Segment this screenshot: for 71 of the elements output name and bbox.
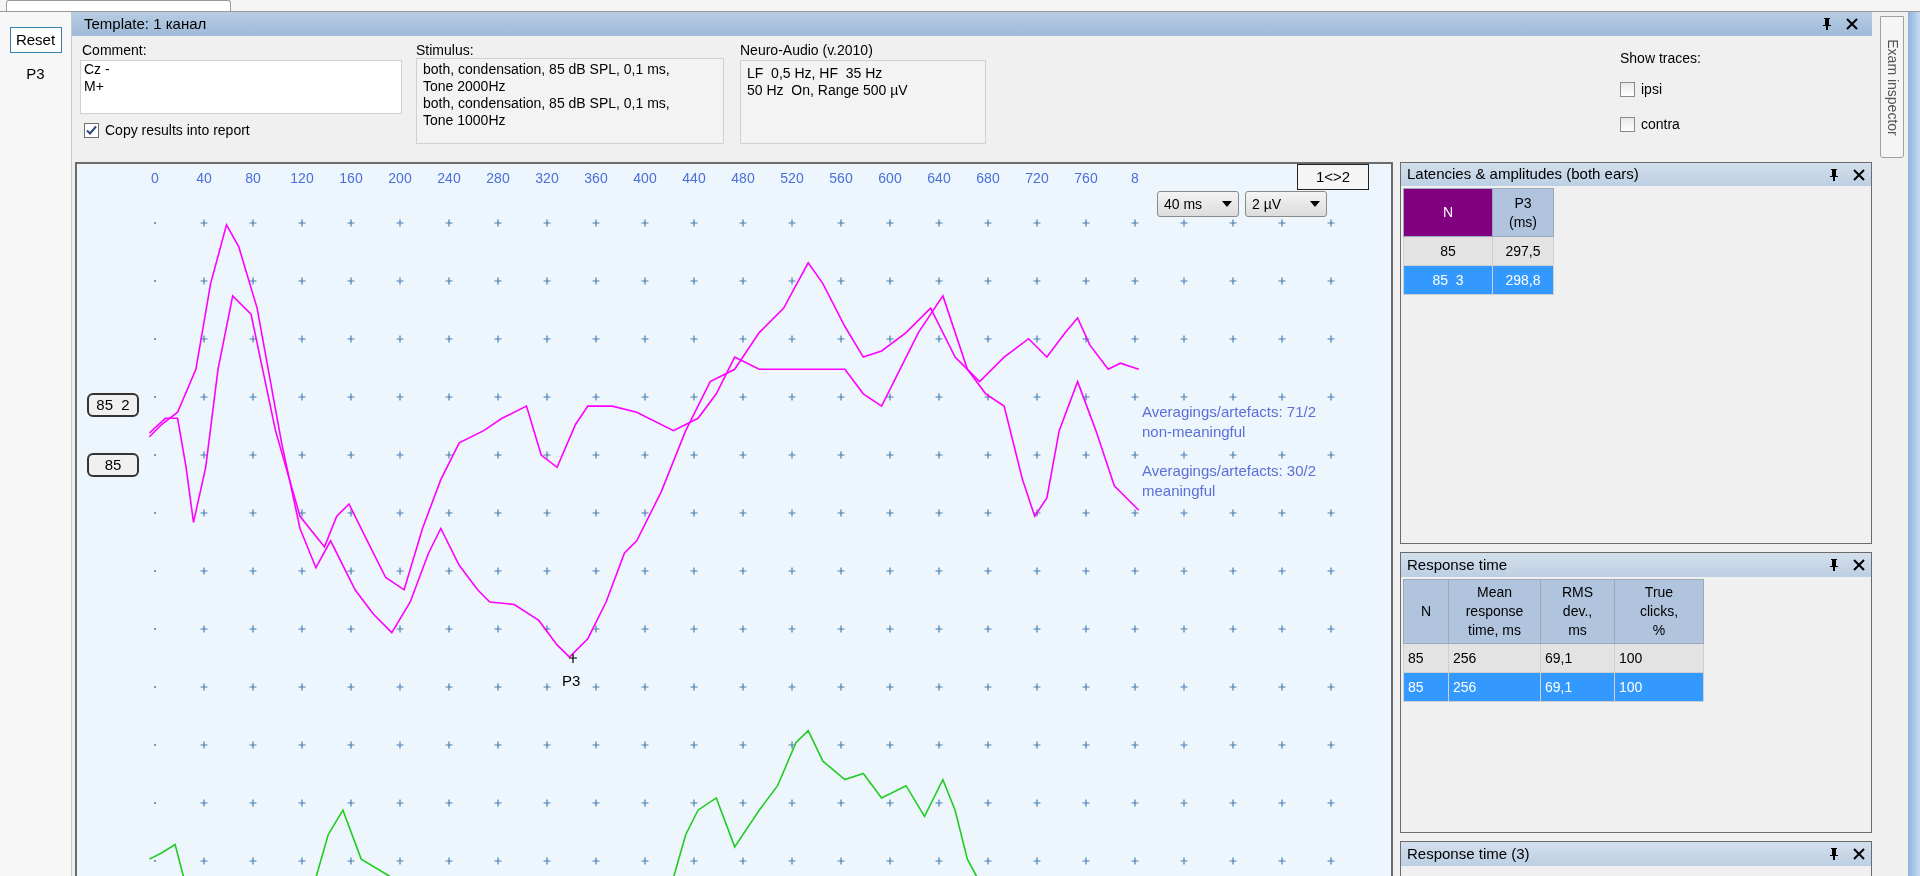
side-tab[interactable]: Exam inspector xyxy=(1880,16,1904,158)
comment-field[interactable]: Cz - M+ xyxy=(80,60,402,114)
close-icon[interactable] xyxy=(1853,559,1865,571)
column-header[interactable]: N xyxy=(1403,579,1449,644)
column-header[interactable]: N xyxy=(1403,188,1493,237)
axis-label: 320 xyxy=(535,169,559,188)
axis-label: 200 xyxy=(388,169,412,188)
pin-icon[interactable] xyxy=(1829,558,1839,572)
dropdown[interactable]: 40 ms xyxy=(1157,191,1239,217)
axis-label: 520 xyxy=(780,169,804,188)
column-header[interactable]: Mean response time, ms xyxy=(1448,579,1541,644)
checkbox-label: ipsi xyxy=(1641,80,1662,99)
checkbox[interactable] xyxy=(1620,82,1635,97)
annotation-text: Averagings/artefacts: 71/2 non-meaningful xyxy=(1142,402,1316,442)
document-tab[interactable] xyxy=(6,0,231,11)
caret-icon xyxy=(1310,201,1320,207)
column-header[interactable]: RMS dev., ms xyxy=(1540,579,1615,644)
stimulus-box: both, condensation, 85 dB SPL, 0,1 ms, Tone 2000Hz both, condensation, 85 dB SPL, 0,1 ms, Tone 1000Hz xyxy=(416,58,724,144)
device-box: LF 0,5 Hz, HF 35 Hz 50 Hz On, Range 500 µV xyxy=(740,60,986,144)
axis-label: 640 xyxy=(927,169,951,188)
axis-label: 760 xyxy=(1074,169,1098,188)
dropdown[interactable]: 2 µV xyxy=(1245,191,1327,217)
axis-label: 8 xyxy=(1131,169,1139,188)
pin-icon[interactable] xyxy=(1829,167,1839,182)
axis-label: 360 xyxy=(584,169,608,188)
scrollbar[interactable] xyxy=(1908,12,1920,876)
axis-label: 440 xyxy=(682,169,706,188)
annotation-text: Averagings/artefacts: 30/2 meaningful xyxy=(1142,461,1316,501)
table-row[interactable]: 85 297,5 xyxy=(1403,236,1554,266)
panel-title: Response time (3) xyxy=(1407,843,1530,864)
checkbox-label: contra xyxy=(1641,115,1680,134)
stimulus-label: Stimulus: xyxy=(416,41,475,58)
reset-button[interactable]: Reset xyxy=(9,27,62,53)
checkbox[interactable] xyxy=(1620,117,1635,132)
swap-button[interactable]: 1<>2 xyxy=(1297,164,1369,190)
axis-label: 280 xyxy=(486,169,510,188)
trace-label[interactable]: 85 2 xyxy=(87,393,139,417)
axis-label: 0 xyxy=(151,169,159,188)
axis-label: 680 xyxy=(976,169,1000,188)
list-item[interactable]: P3 xyxy=(26,61,45,88)
close-icon[interactable] xyxy=(1846,18,1858,30)
column-header[interactable]: True clicks, % xyxy=(1614,579,1704,644)
caret-icon xyxy=(1222,201,1232,207)
axis-label: 600 xyxy=(878,169,902,188)
axis-label: 240 xyxy=(437,169,461,188)
axis-label: 80 xyxy=(245,169,261,188)
comment-label: Comment: xyxy=(81,41,148,60)
peak-marker xyxy=(568,653,578,664)
pin-icon[interactable] xyxy=(1822,17,1832,31)
axis-label: 120 xyxy=(290,169,314,188)
pin-icon[interactable] xyxy=(1829,847,1839,861)
checkbox[interactable] xyxy=(84,123,99,138)
window-title: Template: 1 канал xyxy=(84,13,207,34)
peak-label: P3 xyxy=(562,671,581,691)
axis-label: 40 xyxy=(196,169,212,188)
show-traces-label: Show traces: xyxy=(1620,49,1701,68)
panel-title: Response time xyxy=(1407,554,1508,575)
axis-label: 480 xyxy=(731,169,755,188)
close-icon[interactable] xyxy=(1853,848,1865,860)
trace-line xyxy=(148,843,185,876)
column-header[interactable]: P3 (ms) xyxy=(1492,188,1554,237)
trace-label[interactable]: 85 xyxy=(87,453,139,477)
checkbox-label: Copy results into report xyxy=(105,121,250,140)
axis-label: 160 xyxy=(339,169,363,188)
axis-label: 720 xyxy=(1025,169,1049,188)
table-row[interactable]: 85 256 69,1 100 xyxy=(1403,643,1704,673)
axis-label: 400 xyxy=(633,169,657,188)
device-label: Neuro-Audio (v.2010) xyxy=(740,41,874,60)
axis-label: 560 xyxy=(829,169,853,188)
panel-title: Latencies & amplitudes (both ears) xyxy=(1407,164,1639,185)
close-icon[interactable] xyxy=(1853,168,1865,181)
